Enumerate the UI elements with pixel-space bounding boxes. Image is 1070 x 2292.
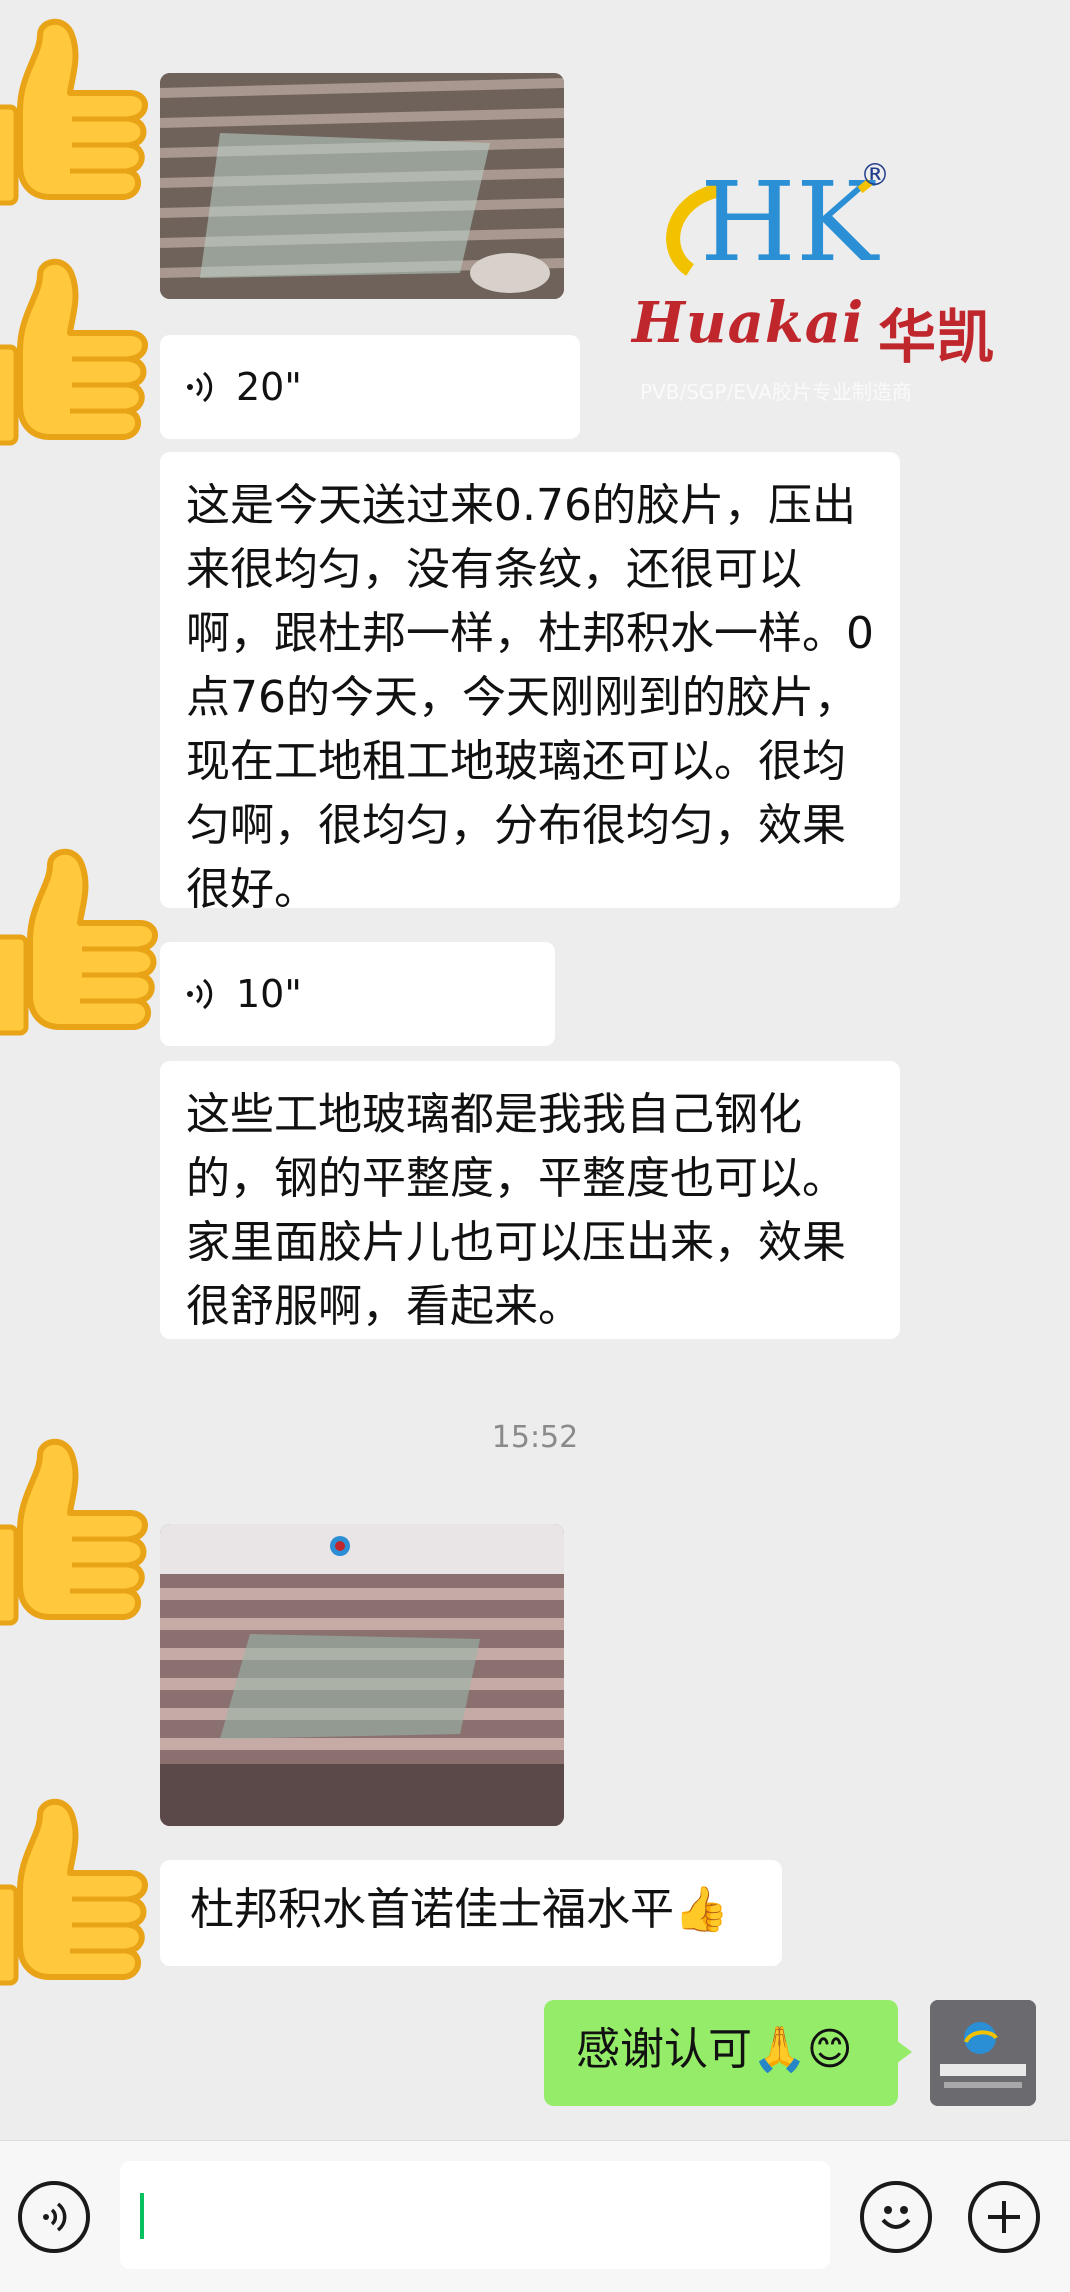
voice-wave-icon — [187, 371, 213, 403]
brand-tagline: PVB/SGP/EVA胶片专业制造商 — [640, 380, 912, 404]
hk-text: HK — [700, 158, 880, 286]
registered-mark: ® — [860, 158, 890, 193]
glass-photo-1[interactable] — [160, 73, 564, 299]
huakai-watermark-logo: HK ® Huakai 华凯 PVB/SGP/EVA胶片专业制造商 — [620, 140, 1040, 430]
voice-input-icon[interactable] — [18, 2181, 90, 2253]
message-text: 这些工地玻璃都是我我自己钢化的，钢的平整度，平整度也可以。家里面胶片儿也可以压出… — [186, 1089, 846, 1332]
thumbs-up-icon[interactable] — [0, 240, 150, 470]
thumbs-up-icon[interactable] — [0, 1780, 150, 2010]
text-message[interactable]: 这些工地玻璃都是我我自己钢化的，钢的平整度，平整度也可以。家里面胶片儿也可以压出… — [160, 1061, 900, 1339]
text-caret — [140, 2193, 144, 2239]
message-text: 感谢认可🙏😊 — [576, 2024, 853, 2075]
hk-logo-mark: HK — [666, 158, 880, 286]
voice-duration: 10" — [236, 972, 302, 1016]
sent-message[interactable]: 感谢认可🙏😊 — [544, 2000, 912, 2106]
glass-photo-2[interactable] — [160, 1524, 564, 1826]
voice-wave-icon — [187, 978, 213, 1010]
message-input[interactable] — [120, 2161, 830, 2269]
brand-english: Huakai — [632, 290, 865, 356]
voice-message[interactable]: 20" — [160, 335, 580, 439]
plus-icon[interactable] — [968, 2181, 1040, 2253]
voice-message[interactable]: 10" — [160, 942, 555, 1046]
brand-chinese: 华凯 — [878, 303, 995, 371]
text-message[interactable]: 这是今天送过来0.76的胶片，压出来很均匀，没有条纹，还很可以啊，跟杜邦一样，杜… — [160, 452, 900, 915]
thumbs-up-icon[interactable] — [0, 0, 150, 230]
voice-duration: 20" — [236, 365, 302, 409]
message-timestamp: 15:52 — [491, 1420, 579, 1455]
avatar[interactable] — [930, 2000, 1036, 2106]
thumbs-up-icon[interactable] — [0, 830, 160, 1060]
emoji-icon[interactable] — [860, 2181, 932, 2253]
message-text: 这是今天送过来0.76的胶片，压出来很均匀，没有条纹，还很可以啊，跟杜邦一样，杜… — [186, 480, 874, 915]
message-text: 杜邦积水首诺佳士福水平👍 — [190, 1884, 729, 1935]
text-message[interactable]: 杜邦积水首诺佳士福水平👍 — [160, 1860, 782, 1966]
chat-input-toolbar — [0, 2140, 1070, 2292]
